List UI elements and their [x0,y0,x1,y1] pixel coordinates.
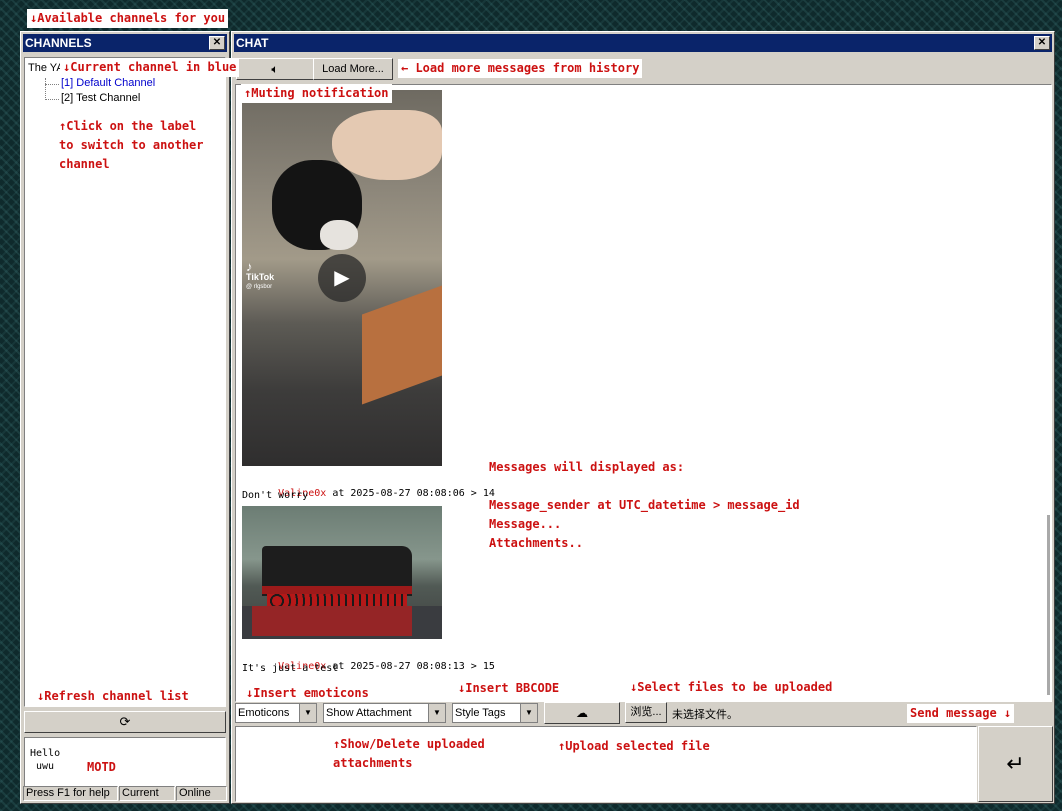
selected-file-label: 未选择文件。 [672,709,738,721]
annotation-show-delete: ↑Show/Delete uploaded attachments [333,737,485,770]
tree-branch [45,99,59,100]
annotation-muting: ↑Muting notification [241,84,392,103]
message-text: It's just a test [242,663,339,674]
annotation-send-message: Send message ↓ [907,704,1015,723]
annotation-click-label: ↑Click on the label to switch to another… [59,119,204,171]
tree-line [45,78,47,100]
cat-face [320,220,358,250]
video-attachment[interactable]: ▶ ♪ TikTok @ rlgsbor [242,90,442,466]
scrollbar[interactable] [1046,85,1051,701]
motd-line-2: uwu [30,761,55,772]
message-area: ▶ ♪ TikTok @ rlgsbor Valine0x at 2025-08… [235,84,1052,702]
channel-item-test[interactable]: [2] Test Channel [61,92,140,104]
message-meta: at 2025-08-27 08:08:06 > 14 [326,488,495,499]
motd-line-1: Hello [30,748,61,759]
annotation-available-channels: ↓Available channels for you [27,9,229,28]
refresh-channels-button[interactable]: ⟳ [24,711,226,733]
tiktok-brand: TikTok [246,272,275,282]
tree-branch [45,84,59,85]
channels-titlebar: CHANNELS ✕ [23,34,227,52]
annotation-upload-file: ↑Upload selected file [558,739,710,753]
attachments-select[interactable]: Show Attachment ▼ [323,703,446,723]
annotation-insert-bbcode: ↓Insert BBCODE [458,681,560,695]
image-attachment[interactable] [242,506,442,639]
close-icon[interactable]: ✕ [1034,36,1050,50]
chevron-down-icon: ▼ [520,704,537,722]
emoticons-select-value: Emoticons [238,707,290,719]
style-tags-select-value: Style Tags [455,707,506,719]
load-more-button[interactable]: Load More... [313,58,393,80]
channel-tree-root: The YA [28,62,64,74]
speaker-icon: 🔈︎ [271,62,279,76]
chat-title: CHAT [236,36,269,50]
status-current: Current [119,786,175,801]
tiktok-logo: ♪ TikTok @ rlgsbor [246,259,275,292]
annotation-refresh: ↓Refresh channel list [37,689,189,703]
enter-icon: ↵ [1006,751,1025,776]
play-icon[interactable]: ▶ [318,254,366,302]
status-bar: Press F1 for help Current Online [23,786,227,801]
annotation-current-channel: ↓Current channel in blue [60,58,240,77]
chevron-down-icon: ▼ [299,704,316,722]
upload-button[interactable]: ☁︎ [544,702,620,724]
annotation-select-files: ↓Select files to be uploaded [630,680,833,694]
hand-image [332,110,442,180]
tiktok-icon: ♪ [246,259,253,274]
message-text: Don't worry [242,490,309,501]
chevron-down-icon: ▼ [428,704,445,722]
mute-button[interactable]: 🔈︎ [236,58,314,80]
chat-titlebar: CHAT ✕ [234,34,1052,52]
status-help: Press F1 for help [23,786,118,801]
channel-item-default[interactable]: [1] Default Channel [61,77,155,89]
status-online: Online [176,786,227,801]
refresh-icon: ⟳ [119,714,131,729]
annotation-message-format: Messages will displayed as: Message_send… [489,460,800,550]
floor-tile [362,285,442,405]
sign-text-image [252,606,412,636]
annotation-insert-emoticons: ↓Insert emoticons [246,686,369,700]
scrollbar-thumb[interactable] [1047,515,1050,695]
tiktok-handle: @ rlgsbor [246,284,273,290]
emoticons-select[interactable]: Emoticons ▼ [235,703,317,723]
annotation-motd: MOTD [87,760,116,774]
channels-title: CHANNELS [25,36,92,50]
style-tags-select[interactable]: Style Tags ▼ [452,703,538,723]
train-stripe [262,586,412,594]
motd-box: Hello uwu [24,737,226,787]
attachments-select-value: Show Attachment [326,707,412,719]
message-meta: at 2025-08-27 08:08:13 > 15 [326,661,495,672]
cloud-upload-icon: ☁︎ [576,706,588,720]
annotation-load-more: ← Load more messages from history [398,59,643,78]
browse-button[interactable]: 浏览... [625,702,667,723]
send-button[interactable]: ↵ [978,726,1053,802]
close-icon[interactable]: ✕ [209,36,225,50]
